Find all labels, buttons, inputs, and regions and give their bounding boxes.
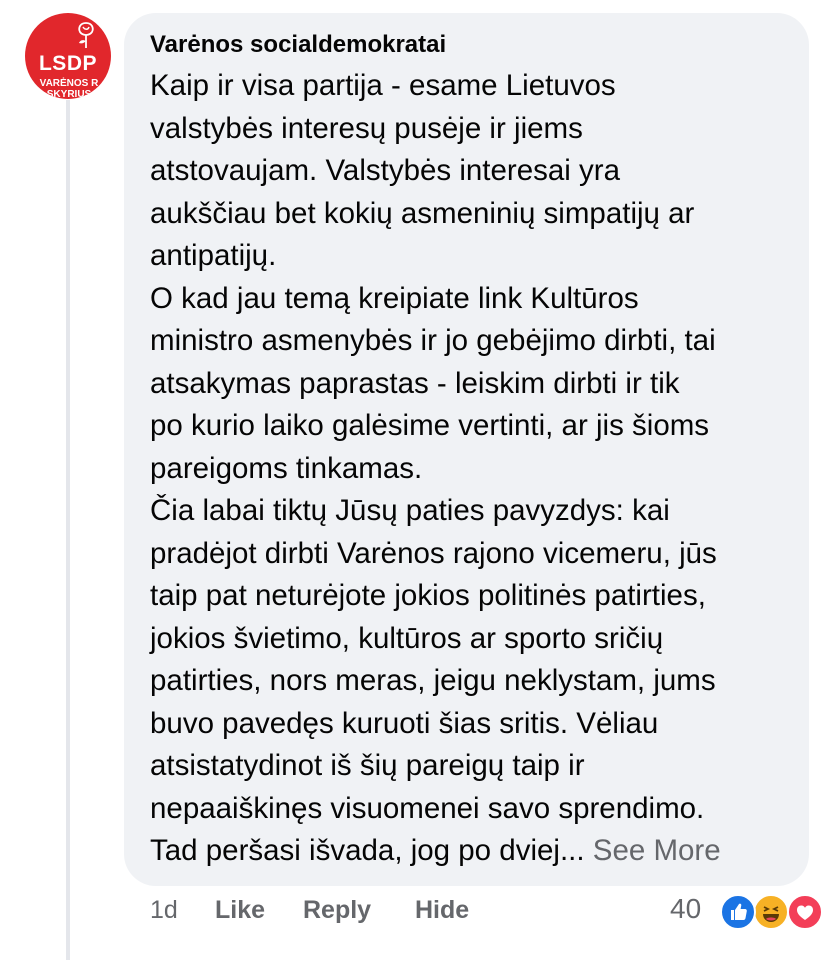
see-more-link[interactable]: See More — [593, 834, 721, 867]
comment-line: pradėjot dirbti Varėnos rajono vicemeru,… — [150, 536, 717, 570]
comment-line: taip pat neturėjote jokios politinės pat… — [150, 579, 706, 612]
comment-line: jokios švietimo, kultūros ar sporto srič… — [150, 621, 664, 655]
comment-line: antipatijų. — [150, 239, 277, 272]
reaction-count: 40 — [670, 893, 702, 924]
comment-timestamp[interactable]: 1d — [150, 896, 178, 925]
comment-line: O kad jau temą kreipiate link Kultūros — [150, 281, 639, 315]
avatar[interactable]: LSDP VARĖNOS R SKYRIUS — [25, 13, 111, 99]
comment-line: po kurio laiko galėsime vertinti, ar jis… — [150, 409, 710, 442]
comment-line: valstybės interesų pusėje ir jiems — [150, 111, 583, 145]
comment-line: ministro asmenybės ir jo gebėjimo dirbti… — [150, 324, 716, 357]
comment-line: atsakymas paprastas - leiskim dirbti ir … — [150, 366, 680, 400]
comment-line: atstovaujam. Valstybės interesai yra — [150, 154, 621, 187]
comment-author[interactable]: Varėnos socialdemokratai — [150, 31, 446, 59]
comment-line: buvo pavedęs kuruoti šias sritis. Vėliau — [150, 706, 659, 740]
hide-button[interactable]: Hide — [415, 896, 469, 925]
rose-icon — [78, 22, 94, 48]
comment-line-truncated: Tad peršasi išvada, jog po dviej... — [150, 834, 585, 867]
comment-text: Kaip ir visa partija - esame Lietuvos va… — [150, 65, 790, 873]
comment-line: pareigoms tinkamas. — [150, 451, 423, 485]
love-icon — [787, 894, 823, 930]
comment-line: Čia labai tiktų Jūsų paties pavyzdys: ka… — [150, 494, 670, 527]
reply-button[interactable]: Reply — [303, 896, 371, 925]
comment-line: nepaaiškinęs visuomenei savo sprendimo. — [150, 791, 705, 825]
like-icon — [720, 894, 756, 930]
avatar-subtitle-1: VARĖNOS R — [39, 78, 99, 89]
thread-line — [66, 100, 70, 960]
comment-line: Kaip ir visa partija - esame Lietuvos — [150, 69, 616, 102]
haha-icon — [753, 894, 789, 930]
like-button[interactable]: Like — [215, 896, 265, 925]
comment-line: atsistatydinot iš šių pareigų taip ir — [150, 749, 585, 782]
avatar-subtitle-2: SKYRIUS — [46, 89, 92, 99]
avatar-title: LSDP — [38, 52, 97, 75]
comment-line: patirties, nors meras, jeigu neklystam, … — [150, 664, 716, 697]
comment-last-line: Tad peršasi išvada, jog po dviej... See … — [150, 830, 790, 873]
comment-line: aukščiau bet kokių asmeninių simpatijų a… — [150, 196, 695, 230]
